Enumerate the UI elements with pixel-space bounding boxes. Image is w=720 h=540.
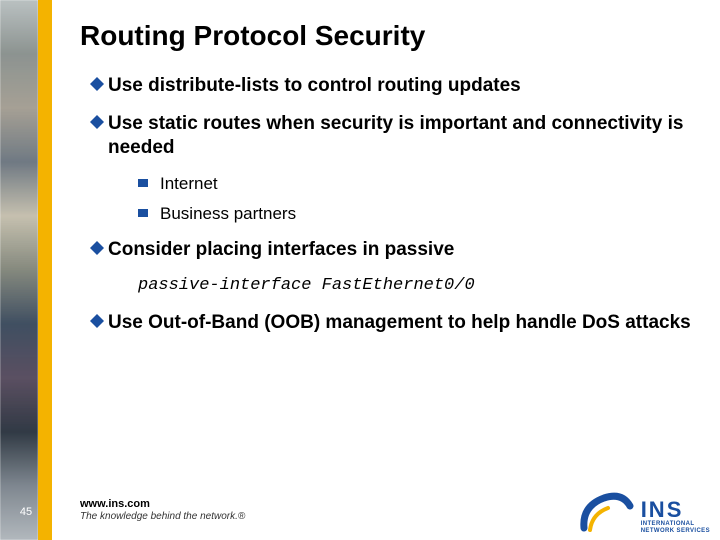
footer-tagline: The knowledge behind the network.® [80, 511, 245, 522]
sub-bullet-text: Internet [160, 173, 218, 194]
content-area: Routing Protocol Security Use distribute… [80, 20, 700, 348]
left-photo-strip [0, 0, 38, 540]
footer-url: www.ins.com [80, 498, 245, 510]
bullet-item: Use Out-of-Band (OOB) management to help… [90, 311, 700, 335]
diamond-bullet-icon [90, 241, 108, 255]
bullet-text: Use distribute-lists to control routing … [108, 74, 700, 98]
slide: Routing Protocol Security Use distribute… [0, 0, 720, 540]
square-bullet-icon [138, 179, 148, 187]
bullet-text: Consider placing interfaces in passive [108, 238, 700, 262]
bullet-list: Use distribute-lists to control routing … [80, 74, 700, 334]
bullet-item: Use distribute-lists to control routing … [90, 74, 700, 98]
footer: 45 www.ins.com The knowledge behind the … [0, 480, 720, 540]
code-line: passive-interface FastEthernet0/0 [138, 276, 700, 295]
bullet-item: Use static routes when security is impor… [90, 112, 700, 160]
page-number: 45 [14, 506, 38, 518]
logo-abbrev: INS [641, 500, 710, 521]
diamond-bullet-icon [90, 77, 108, 91]
bullet-item: Consider placing interfaces in passive [90, 238, 700, 262]
bullet-text: Use Out-of-Band (OOB) management to help… [108, 311, 700, 335]
bullet-text: Use static routes when security is impor… [108, 112, 700, 160]
slide-title: Routing Protocol Security [80, 20, 700, 52]
sub-bullet-text: Business partners [160, 203, 296, 224]
logo-text: INS INTERNATIONAL NETWORK SERVICES [641, 500, 710, 534]
logo-line2: NETWORK SERVICES [641, 529, 710, 535]
diamond-bullet-icon [90, 115, 108, 129]
diamond-bullet-icon [90, 314, 108, 328]
square-bullet-icon [138, 209, 148, 217]
logo-swoosh-icon [580, 492, 636, 532]
sub-bullet-item: Internet [138, 173, 700, 194]
accent-bar [38, 0, 52, 540]
ins-logo: INS INTERNATIONAL NETWORK SERVICES [580, 490, 710, 534]
logo-line1: INTERNATIONAL [641, 522, 710, 528]
footer-text: www.ins.com The knowledge behind the net… [80, 498, 245, 522]
sub-bullet-item: Business partners [138, 203, 700, 224]
sub-bullet-list: Internet Business partners [138, 173, 700, 224]
